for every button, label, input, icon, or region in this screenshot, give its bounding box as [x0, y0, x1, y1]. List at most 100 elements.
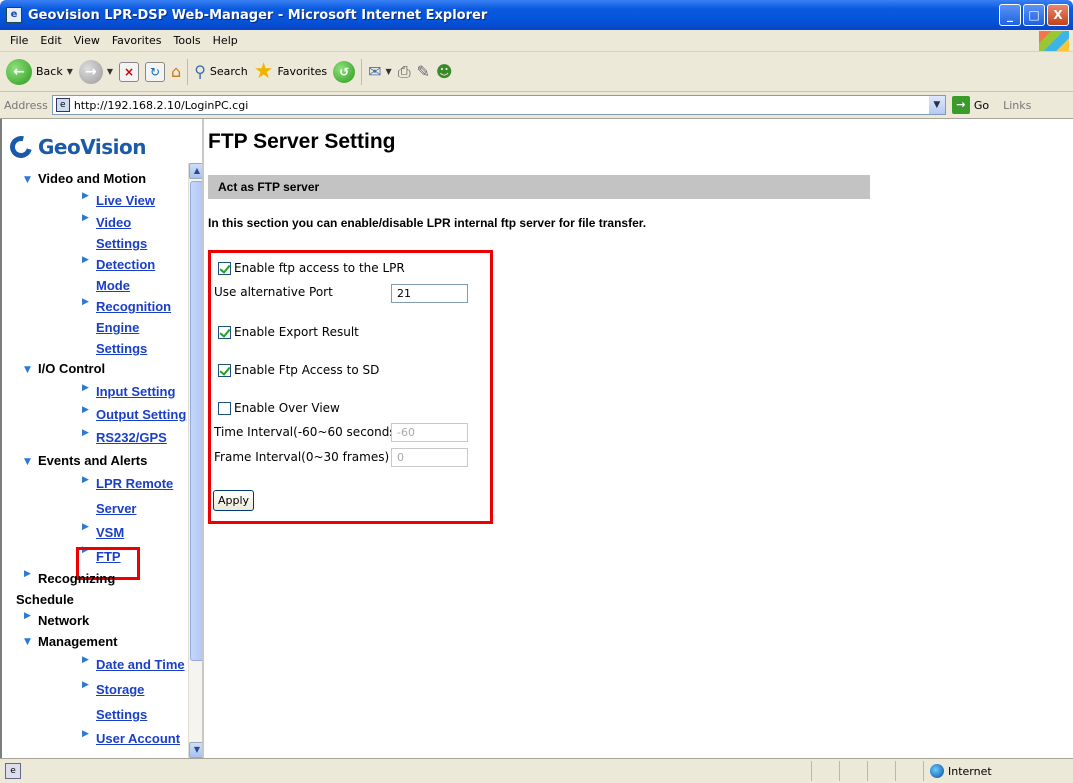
bullet-triangle-icon: ▶	[82, 383, 89, 393]
ftp-sd-checkbox[interactable]	[218, 363, 231, 377]
overview-checkbox[interactable]	[218, 401, 231, 415]
expanded-triangle-icon: ▼	[24, 365, 31, 375]
logo-text: GeoVision	[38, 135, 146, 159]
go-arrow-icon: →	[951, 96, 970, 114]
stop-icon[interactable]: ×	[119, 61, 140, 82]
nav-scrollbar[interactable]: ▲ ▼	[188, 163, 202, 758]
frame-interval-row: Frame Interval(0~30 frames)	[214, 450, 389, 464]
favorites-button[interactable]: ★ Favorites	[253, 58, 328, 84]
page-status-icon: e	[5, 763, 21, 779]
bullet-triangle-icon: ▶	[82, 655, 89, 665]
nav-recognition-engine[interactable]: Recognition	[96, 299, 171, 315]
search-label: Search	[209, 65, 248, 78]
expanded-triangle-icon: ▼	[24, 175, 31, 185]
mail-button[interactable]: ✉ ▼	[368, 62, 392, 81]
time-interval-input[interactable]: -60	[391, 423, 468, 442]
search-icon: ⚲	[194, 62, 206, 81]
nav-detection-mode[interactable]: Detection	[96, 257, 155, 273]
print-icon[interactable]: ⎙	[398, 62, 411, 82]
messenger-icon[interactable]: ☻	[436, 62, 453, 81]
minimize-button[interactable]: _	[999, 4, 1021, 26]
search-button[interactable]: ⚲ Search	[194, 62, 248, 81]
alt-port-label: Use alternative Port	[214, 285, 333, 299]
scrollbar-thumb[interactable]	[190, 181, 202, 661]
menu-file[interactable]: File	[4, 34, 34, 47]
dropdown-arrow-icon: ▼	[66, 67, 73, 76]
nav-rs232-gps[interactable]: RS232/GPS	[96, 430, 167, 446]
dropdown-arrow-icon: ▼	[106, 67, 114, 76]
nav-recognition-engine-cont[interactable]: Engine	[96, 320, 139, 336]
browser-content: GeoVision ▼ Video and Motion ▶ Live View…	[0, 119, 1073, 758]
back-button[interactable]: ← Back ▼	[6, 58, 73, 85]
nav-group-recognizing-schedule-cont[interactable]: Schedule	[16, 592, 74, 608]
bullet-triangle-icon: ▶	[82, 680, 89, 690]
star-icon: ★	[253, 58, 274, 84]
address-dropdown-icon[interactable]: ▼	[928, 96, 945, 114]
collapsed-triangle-icon: ▶	[24, 569, 31, 579]
geovision-logo: GeoVision	[5, 131, 146, 163]
section-header: Act as FTP server	[208, 175, 870, 199]
favorites-label: Favorites	[277, 65, 328, 78]
export-result-label: Enable Export Result	[234, 325, 359, 339]
nav-lpr-remote-server[interactable]: LPR Remote	[96, 476, 173, 492]
apply-button[interactable]: Apply	[213, 490, 255, 511]
collapsed-triangle-icon: ▶	[24, 611, 31, 621]
menu-edit[interactable]: Edit	[34, 34, 67, 47]
nav-group-io-control[interactable]: I/O Control	[38, 361, 105, 377]
menu-tools[interactable]: Tools	[168, 34, 207, 47]
history-icon[interactable]: ↺	[333, 60, 356, 83]
bullet-triangle-icon: ▶	[82, 428, 89, 438]
nav-group-network[interactable]: Network	[38, 613, 89, 629]
bullet-triangle-icon: ▶	[82, 191, 89, 201]
nav-video-settings-cont[interactable]: Settings	[96, 236, 147, 252]
address-label: Address	[4, 98, 48, 112]
dropdown-arrow-icon: ▼	[385, 67, 392, 76]
bullet-triangle-icon: ▶	[82, 255, 89, 265]
home-icon[interactable]: ⌂	[171, 62, 181, 81]
go-button[interactable]: → Go	[951, 96, 989, 114]
nav-group-management[interactable]: Management	[38, 634, 117, 650]
nav-vsm[interactable]: VSM	[96, 525, 124, 541]
nav-group-video-and-motion[interactable]: Video and Motion	[38, 171, 146, 187]
enable-ftp-checkbox[interactable]	[218, 261, 231, 275]
overview-row: Enable Over View	[218, 401, 340, 415]
nav-live-view[interactable]: Live View	[96, 193, 155, 209]
bullet-triangle-icon: ▶	[82, 729, 89, 739]
nav-user-account[interactable]: User Account	[96, 731, 180, 747]
nav-storage-settings-cont[interactable]: Settings	[96, 707, 147, 723]
nav-detection-mode-cont[interactable]: Mode	[96, 278, 130, 294]
window-controls: _ □ X	[999, 4, 1069, 26]
nav-video-settings[interactable]: Video	[96, 215, 131, 231]
maximize-button[interactable]: □	[1023, 4, 1045, 26]
scroll-down-icon[interactable]: ▼	[189, 742, 202, 758]
menu-favorites[interactable]: Favorites	[106, 34, 168, 47]
menu-help[interactable]: Help	[207, 34, 244, 47]
page-title: FTP Server Setting	[208, 130, 396, 153]
nav-lpr-remote-server-cont[interactable]: Server	[96, 501, 136, 517]
status-cell	[839, 761, 867, 781]
nav-recognition-engine-cont2[interactable]: Settings	[96, 341, 147, 357]
nav-input-setting[interactable]: Input Setting	[96, 384, 175, 400]
frame-interval-input[interactable]: 0	[391, 448, 468, 467]
close-button[interactable]: X	[1047, 4, 1069, 26]
scroll-up-icon[interactable]: ▲	[189, 163, 202, 179]
bullet-triangle-icon: ▶	[82, 522, 89, 532]
edit-icon[interactable]: ✎	[417, 62, 430, 81]
nav-output-setting[interactable]: Output Setting	[96, 407, 186, 423]
nav-date-and-time[interactable]: Date and Time	[96, 657, 185, 673]
links-button[interactable]: Links	[1003, 99, 1031, 112]
forward-arrow-icon: →	[78, 59, 103, 84]
export-result-checkbox[interactable]	[218, 325, 231, 339]
nav-group-recognizing-schedule[interactable]: Recognizing	[38, 571, 115, 587]
refresh-icon[interactable]: ↻	[145, 61, 166, 82]
address-input[interactable]: e http://192.168.2.10/LoginPC.cgi ▼	[51, 95, 946, 115]
nav-storage-settings[interactable]: Storage	[96, 682, 144, 698]
forward-button[interactable]: → ▼	[78, 59, 114, 84]
ie-app-icon: e	[6, 7, 22, 23]
nav-group-events-and-alerts[interactable]: Events and Alerts	[38, 453, 147, 469]
alt-port-input[interactable]: 21	[391, 284, 468, 303]
menu-view[interactable]: View	[68, 34, 106, 47]
security-zone: Internet	[923, 761, 1073, 781]
ftp-sd-label: Enable Ftp Access to SD	[234, 363, 380, 377]
frame-interval-label: Frame Interval(0~30 frames)	[214, 450, 390, 464]
